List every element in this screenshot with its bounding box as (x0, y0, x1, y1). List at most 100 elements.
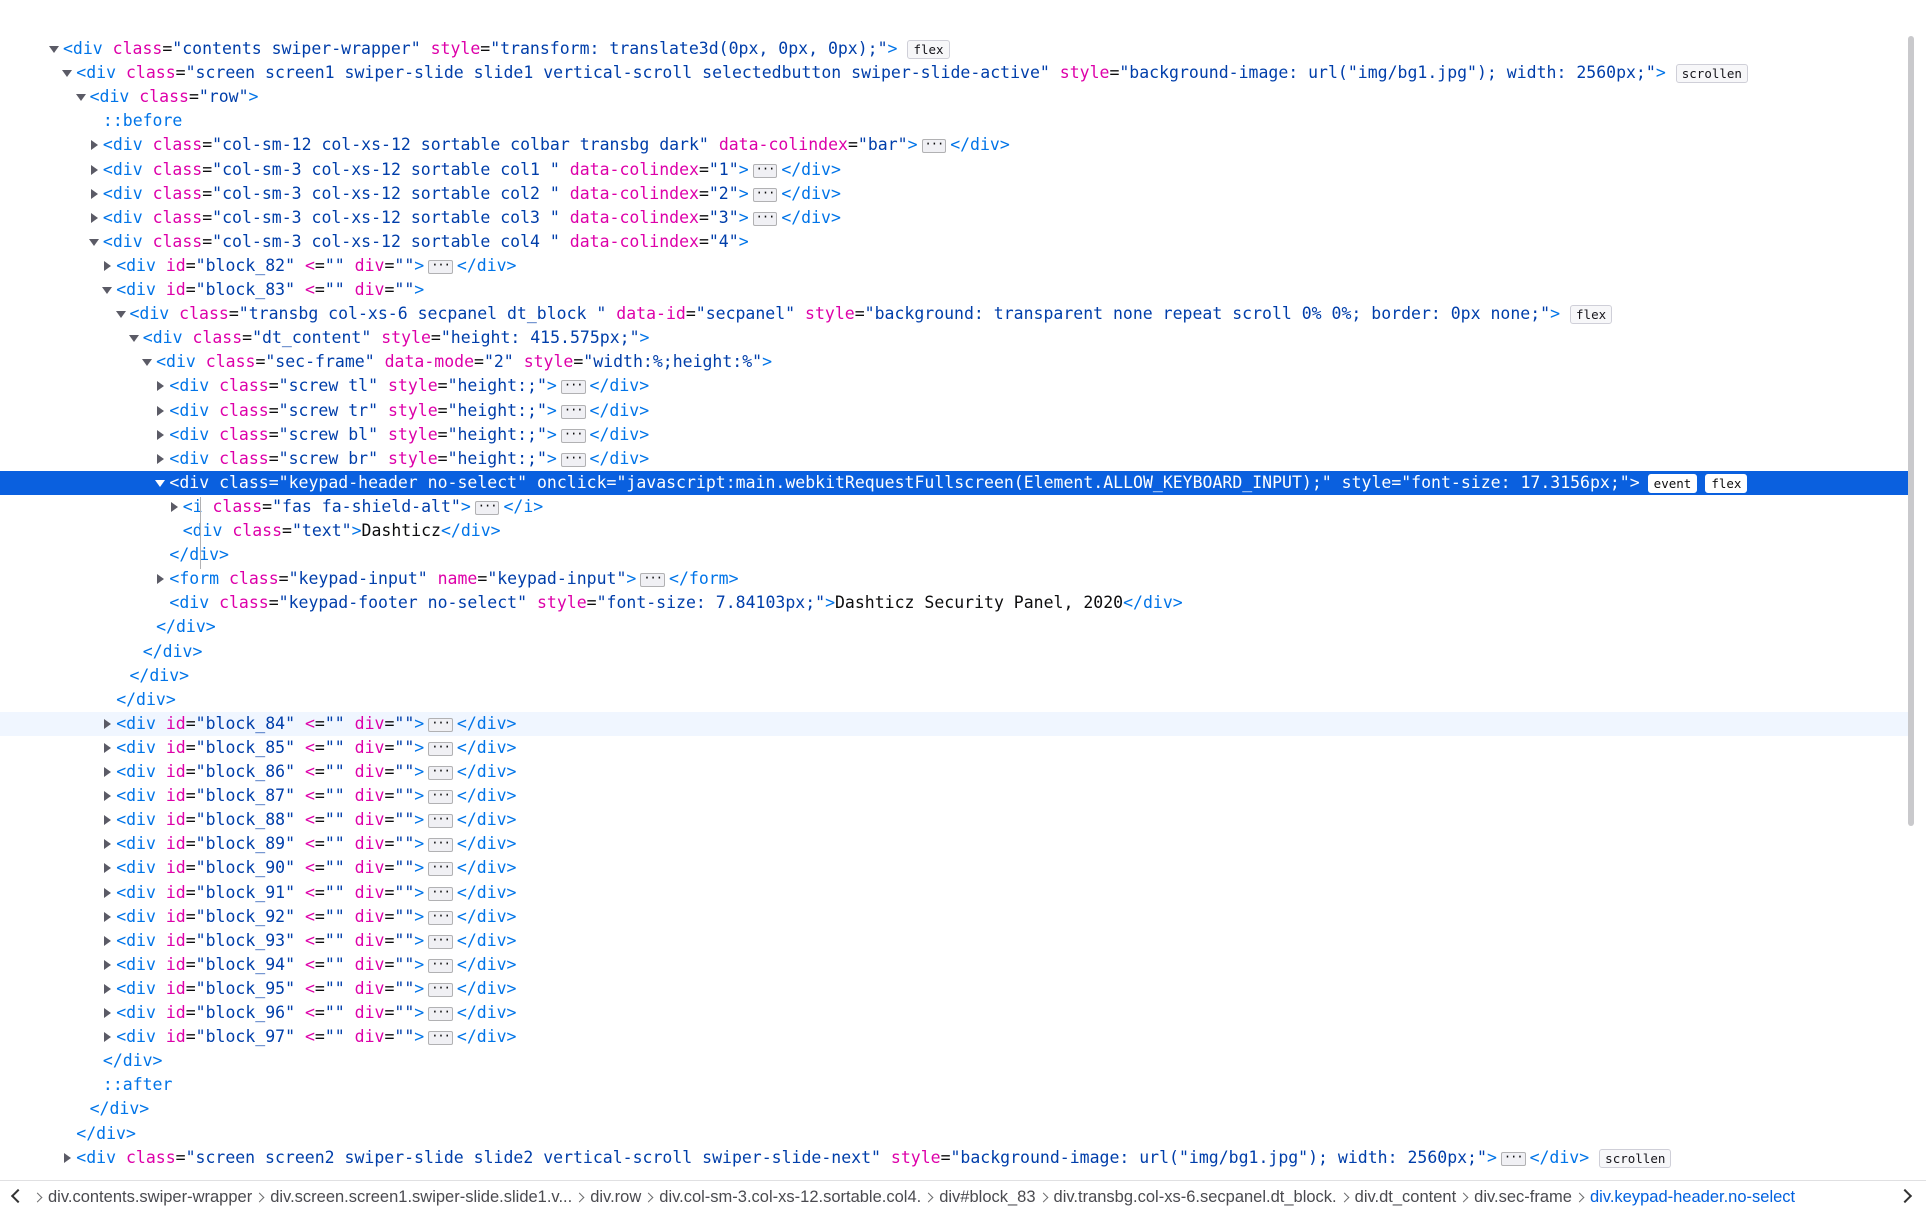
triangle-right-icon[interactable] (100, 784, 114, 808)
breadcrumb-item[interactable]: div.screen.screen1.swiper-slide.slide1.v… (270, 1181, 572, 1213)
triangle-down-icon[interactable] (60, 61, 74, 85)
triangle-down-icon[interactable] (87, 230, 101, 254)
triangle-down-icon[interactable] (74, 85, 88, 109)
scrollen-badge[interactable]: scrollen (1675, 64, 1748, 83)
markup-node[interactable]: <div class="keypad-footer no-select" sty… (0, 591, 1908, 615)
vertical-scrollbar[interactable] (1908, 36, 1914, 826)
markup-node[interactable]: <div class="transbg col-xs-6 secpanel dt… (0, 302, 1908, 326)
markup-node[interactable]: </div> (0, 640, 1908, 664)
markup-node[interactable]: <div class="dt_content" style="height: 4… (0, 326, 1908, 350)
flex-badge[interactable]: flex (1705, 474, 1748, 493)
ellipsis-icon[interactable]: ··· (428, 861, 453, 876)
markup-node[interactable]: <div class="col-sm-3 col-xs-12 sortable … (0, 206, 1908, 230)
markup-node[interactable]: <div id="block_89" <="" div=""> ··· </div> (0, 832, 1908, 856)
triangle-right-icon[interactable] (100, 736, 114, 760)
triangle-right-icon[interactable] (60, 1146, 74, 1170)
markup-node[interactable]: <div class="screen screen1 swiper-slide … (0, 61, 1908, 85)
triangle-right-icon[interactable] (87, 206, 101, 230)
flex-badge[interactable]: flex (1570, 305, 1613, 324)
ellipsis-icon[interactable]: ··· (428, 1030, 453, 1045)
ellipsis-icon[interactable]: ··· (752, 163, 778, 178)
triangle-right-icon[interactable] (153, 423, 167, 447)
ellipsis-icon[interactable]: ··· (752, 211, 778, 226)
triangle-down-icon[interactable] (127, 326, 141, 350)
triangle-right-icon[interactable] (100, 760, 114, 784)
markup-node[interactable]: <div id="block_84" <="" div=""> ··· </div> (0, 712, 1908, 736)
markup-node[interactable]: </div> (0, 615, 1908, 639)
markup-node[interactable]: <div class="screen screen2 swiper-slide … (0, 1146, 1908, 1170)
markup-node[interactable]: <form class="keypad-input" name="keypad-… (0, 567, 1908, 591)
markup-node[interactable]: <div class="text">Dashticz</div> (0, 519, 1908, 543)
ellipsis-icon[interactable]: ··· (428, 837, 453, 852)
breadcrumb-item[interactable]: div.keypad-header.no-select (1590, 1181, 1795, 1213)
ellipsis-icon[interactable]: ··· (560, 452, 586, 467)
ellipsis-icon[interactable]: ··· (560, 379, 586, 394)
ellipsis-icon[interactable]: ··· (428, 982, 453, 997)
ellipsis-icon[interactable]: ··· (428, 717, 453, 732)
markup-node[interactable]: <div class="contents swiper-wrapper" sty… (0, 37, 1908, 61)
breadcrumb-item[interactable]: div.dt_content (1355, 1181, 1457, 1213)
markup-node[interactable]: <div id="block_86" <="" div=""> ··· </div> (0, 760, 1908, 784)
breadcrumb-item[interactable]: div.contents.swiper-wrapper (48, 1181, 252, 1213)
chevron-left-icon[interactable] (8, 1189, 24, 1205)
markup-node[interactable]: </div> (0, 688, 1908, 712)
markup-node[interactable]: <div class="screw tl" style="height:;"> ·… (0, 374, 1908, 398)
markup-node[interactable]: <div class="sec-frame" data-mode="2" sty… (0, 350, 1908, 374)
triangle-down-icon[interactable] (100, 278, 114, 302)
markup-node[interactable]: <div id="block_95" <="" div=""> ··· </div> (0, 977, 1908, 1001)
breadcrumb-item[interactable]: div.transbg.col-xs-6.secpanel.dt_block. (1054, 1181, 1337, 1213)
markup-node[interactable]: <div id="block_83" <="" div=""> (0, 278, 1908, 302)
triangle-right-icon[interactable] (100, 712, 114, 736)
ellipsis-icon[interactable]: ··· (560, 404, 586, 419)
triangle-right-icon[interactable] (100, 905, 114, 929)
triangle-right-icon[interactable] (153, 374, 167, 398)
triangle-right-icon[interactable] (100, 881, 114, 905)
triangle-right-icon[interactable] (100, 953, 114, 977)
ellipsis-icon[interactable]: ··· (474, 500, 500, 515)
triangle-right-icon[interactable] (100, 254, 114, 278)
markup-node[interactable]: <div id="block_91" <="" div=""> ··· </div> (0, 881, 1908, 905)
markup-node[interactable]: </div> (0, 664, 1908, 688)
triangle-down-icon[interactable] (114, 302, 128, 326)
markup-node[interactable]: </div> (0, 1122, 1908, 1146)
flex-badge[interactable]: flex (907, 40, 950, 59)
markup-node[interactable]: <i class="fas fa-shield-alt"> ··· </i> (0, 495, 1908, 519)
breadcrumb-item[interactable]: div.col-sm-3.col-xs-12.sortable.col4. (659, 1181, 921, 1213)
markup-node[interactable]: <div class="screw bl" style="height:;"> ·… (0, 423, 1908, 447)
ellipsis-icon[interactable]: ··· (752, 187, 778, 202)
markup-node[interactable]: <div id="block_88" <="" div=""> ··· </div> (0, 808, 1908, 832)
markup-node[interactable]: ::before (0, 109, 1908, 133)
markup-node[interactable]: <div id="block_96" <="" div=""> ··· </div> (0, 1001, 1908, 1025)
triangle-right-icon[interactable] (100, 929, 114, 953)
ellipsis-icon[interactable]: ··· (428, 1006, 453, 1021)
triangle-right-icon[interactable] (153, 447, 167, 471)
markup-node[interactable]: <div id="block_85" <="" div=""> ··· </div> (0, 736, 1908, 760)
markup-node-selected[interactable]: <div class="keypad-header no-select" onc… (0, 471, 1908, 495)
markup-node[interactable]: <div id="block_90" <="" div=""> ··· </div> (0, 856, 1908, 880)
markup-node[interactable]: </div> (0, 1049, 1908, 1073)
markup-node[interactable]: </div> (0, 543, 1908, 567)
markup-node[interactable]: <div id="block_82" <="" div=""> ··· </div> (0, 254, 1908, 278)
ellipsis-icon[interactable]: ··· (428, 765, 453, 780)
markup-node[interactable]: <div id="block_93" <="" div=""> ··· </div> (0, 929, 1908, 953)
ellipsis-icon[interactable]: ··· (428, 741, 453, 756)
ellipsis-icon[interactable]: ··· (921, 138, 947, 153)
markup-node[interactable]: <div class="screw tr" style="height:;"> ·… (0, 399, 1908, 423)
triangle-right-icon[interactable] (100, 1001, 114, 1025)
triangle-down-icon[interactable] (153, 471, 167, 495)
chevron-right-icon[interactable] (1900, 1189, 1916, 1205)
ellipsis-icon[interactable]: ··· (428, 958, 453, 973)
triangle-right-icon[interactable] (87, 158, 101, 182)
ellipsis-icon[interactable]: ··· (560, 428, 586, 443)
triangle-right-icon[interactable] (153, 399, 167, 423)
triangle-right-icon[interactable] (100, 1025, 114, 1049)
markup-node[interactable]: <div id="block_97" <="" div=""> ··· </div> (0, 1025, 1908, 1049)
markup-node[interactable]: <div id="block_92" <="" div=""> ··· </div> (0, 905, 1908, 929)
markup-node[interactable]: ::after (0, 1073, 1908, 1097)
ellipsis-icon[interactable]: ··· (428, 789, 453, 804)
markup-node[interactable]: <div id="block_87" <="" div=""> ··· </div> (0, 784, 1908, 808)
markup-node[interactable]: <div class="col-sm-3 col-xs-12 sortable … (0, 230, 1908, 254)
triangle-right-icon[interactable] (153, 567, 167, 591)
ellipsis-icon[interactable]: ··· (428, 886, 453, 901)
triangle-right-icon[interactable] (87, 133, 101, 157)
